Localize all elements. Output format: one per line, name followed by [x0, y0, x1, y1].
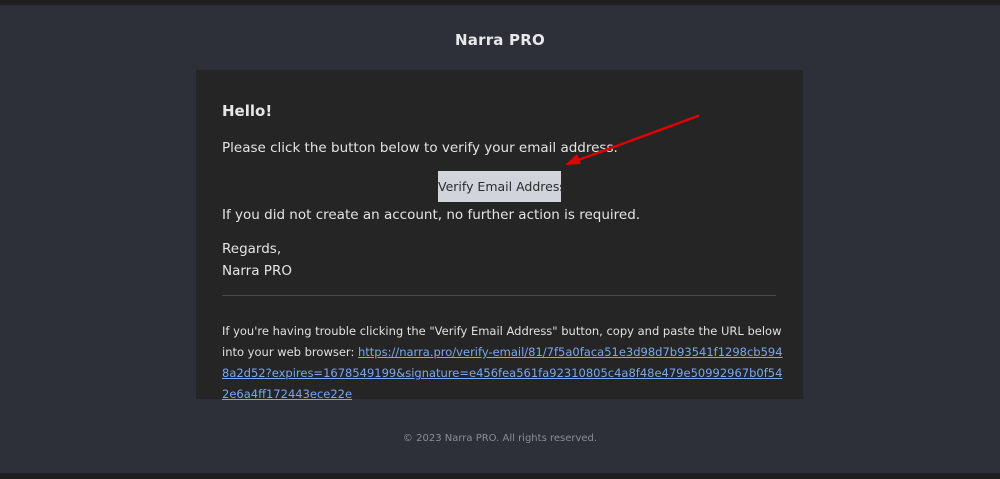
- trouble-paragraph: If you're having trouble clicking the "V…: [222, 321, 788, 405]
- signoff-text: Narra PRO: [222, 263, 292, 279]
- divider: [222, 295, 776, 296]
- email-frame: Narra PRO Hello! Please click the button…: [0, 5, 1000, 473]
- greeting-heading: Hello!: [222, 102, 273, 120]
- verify-email-button[interactable]: Verify Email Address: [438, 171, 566, 202]
- regards-text: Regards,: [222, 241, 282, 257]
- no-action-text: If you did not create an account, no fur…: [222, 207, 641, 223]
- footer-copyright: © 2023 Narra PRO. All rights reserved.: [402, 433, 598, 444]
- brand-title[interactable]: Narra PRO: [0, 31, 1000, 49]
- annotation-arrow-icon: [565, 114, 700, 165]
- email-card: Hello! Please click the button below to …: [196, 70, 803, 401]
